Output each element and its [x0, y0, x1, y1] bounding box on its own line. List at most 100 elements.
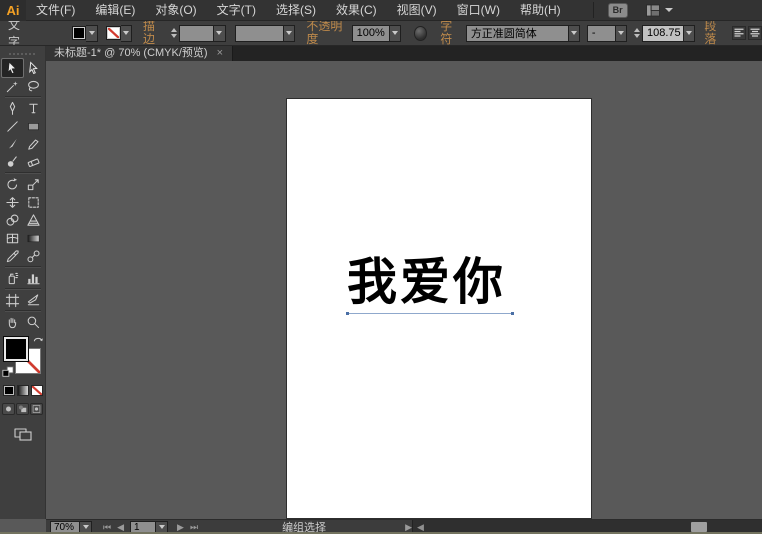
mesh-tool[interactable] — [2, 229, 23, 247]
font-size-field[interactable]: 108.75 — [642, 25, 684, 42]
rectangle-tool[interactable] — [23, 117, 44, 135]
eraser-tool[interactable] — [23, 153, 44, 171]
menu-item-1[interactable]: 文件(F) — [26, 0, 85, 21]
baseline-anchor-right[interactable] — [511, 312, 514, 315]
menu-item-9[interactable]: 帮助(H) — [510, 0, 571, 21]
menu-item-5[interactable]: 选择(S) — [266, 0, 326, 21]
shape-builder-icon — [5, 213, 20, 228]
fill-color-swatch[interactable] — [72, 26, 87, 40]
slice-tool[interactable] — [23, 291, 44, 309]
draw-normal-button[interactable] — [2, 403, 15, 415]
style-circle-icon[interactable] — [414, 26, 427, 41]
pen-tool[interactable] — [2, 99, 23, 117]
hand-tool[interactable] — [2, 313, 23, 331]
document-tab[interactable]: 未标题-1* @ 70% (CMYK/预览) × — [45, 46, 233, 61]
perspective-grid-icon — [26, 213, 41, 228]
width-tool[interactable] — [2, 193, 23, 211]
gradient-tool[interactable] — [23, 229, 44, 247]
stroke-panel-link[interactable]: 描边 — [143, 21, 164, 46]
stroke-weight-dropdown[interactable] — [214, 25, 225, 42]
swap-fill-stroke-icon[interactable] — [33, 334, 44, 348]
opacity-field[interactable]: 100% — [352, 25, 390, 42]
status-flyout-icon[interactable]: ▶ — [405, 522, 412, 533]
lasso-tool[interactable] — [23, 77, 44, 95]
artboard-text[interactable]: 我爱你 — [347, 257, 537, 307]
align-center-icon[interactable] — [748, 26, 762, 40]
menu-item-2[interactable]: 编辑(E) — [85, 0, 145, 21]
gradient-icon — [26, 231, 41, 246]
screen-mode-button[interactable] — [0, 427, 45, 442]
eyedropper-tool[interactable] — [2, 247, 23, 265]
font-family-field[interactable]: 方正准圆简体 — [466, 25, 569, 42]
canvas-pasteboard[interactable]: 我爱你 — [46, 61, 762, 519]
illustrator-window: { "app": { "logo": "Ai", "bridge_button"… — [0, 0, 762, 534]
menu-item-4[interactable]: 文字(T) — [207, 0, 266, 21]
menu-item-3[interactable]: 对象(O) — [145, 0, 206, 21]
font-family-dropdown[interactable] — [569, 25, 580, 42]
line-segment-tool[interactable] — [2, 117, 23, 135]
blend-tool[interactable] — [23, 247, 44, 265]
selection-tool[interactable] — [2, 59, 23, 77]
scroll-left-icon[interactable]: ◀ — [413, 522, 428, 533]
fill-swatch[interactable] — [3, 336, 29, 362]
font-size-dropdown[interactable] — [684, 25, 695, 42]
menu-item-7[interactable]: 视图(V) — [387, 0, 447, 21]
direct-selection-tool[interactable] — [23, 59, 44, 77]
scale-tool[interactable] — [23, 175, 44, 193]
selection-icon — [5, 61, 20, 76]
width-profile-dropdown[interactable] — [284, 25, 295, 42]
draw-behind-button[interactable] — [16, 403, 29, 415]
workspace-switcher-button[interactable] — [644, 4, 673, 17]
align-left-icon[interactable] — [732, 26, 746, 40]
symbol-sprayer-tool[interactable] — [2, 269, 23, 287]
blob-brush-tool[interactable] — [2, 153, 23, 171]
paintbrush-tool[interactable] — [2, 135, 23, 153]
width-profile-field[interactable] — [235, 25, 284, 42]
stroke-weight-field[interactable] — [179, 25, 215, 42]
font-style-field[interactable]: - — [587, 25, 616, 42]
character-panel-link[interactable]: 字符 — [440, 21, 461, 46]
menu-divider — [593, 2, 594, 18]
gradient-button[interactable] — [17, 385, 29, 396]
type-tool[interactable] — [23, 99, 44, 117]
stroke-color-dropdown[interactable] — [121, 25, 132, 42]
text-baseline-path[interactable] — [347, 313, 513, 314]
width-icon — [5, 195, 20, 210]
magic-wand-icon — [5, 79, 20, 94]
workspace-icon — [644, 4, 662, 17]
none-button[interactable] — [31, 385, 43, 396]
font-size-stepper[interactable] — [634, 28, 640, 38]
rotate-icon — [5, 177, 20, 192]
scale-icon — [26, 177, 41, 192]
artboard-tool[interactable] — [2, 291, 23, 309]
menu-item-6[interactable]: 效果(C) — [326, 0, 387, 21]
fill-color-dropdown[interactable] — [86, 25, 97, 42]
zoom-tool[interactable] — [23, 313, 44, 331]
free-transform-tool[interactable] — [23, 193, 44, 211]
shape-builder-tool[interactable] — [2, 211, 23, 229]
draw-inside-button[interactable] — [30, 403, 43, 415]
artboard[interactable]: 我爱你 — [286, 98, 592, 519]
menu-bar: Ai 文件(F)编辑(E)对象(O)文字(T)选择(S)效果(C)视图(V)窗口… — [0, 0, 762, 21]
opacity-panel-link[interactable]: 不透明度 — [306, 21, 347, 46]
baseline-anchor-left[interactable] — [346, 312, 349, 315]
tool-separator — [2, 265, 44, 269]
column-graph-tool[interactable] — [23, 269, 44, 287]
font-style-dropdown[interactable] — [616, 25, 627, 42]
default-fill-stroke-icon[interactable] — [2, 366, 14, 381]
color-button[interactable] — [3, 385, 15, 396]
bridge-button[interactable]: Br — [608, 3, 628, 18]
paragraph-panel-link[interactable]: 段落 — [704, 21, 725, 46]
pencil-tool[interactable] — [23, 135, 44, 153]
rotate-tool[interactable] — [2, 175, 23, 193]
magic-wand-tool[interactable] — [2, 77, 23, 95]
menu-item-8[interactable]: 窗口(W) — [447, 0, 510, 21]
perspective-grid-tool[interactable] — [23, 211, 44, 229]
stroke-color-swatch[interactable] — [106, 26, 121, 40]
panel-grip[interactable] — [9, 53, 37, 55]
slice-icon — [26, 293, 41, 308]
tab-close-icon[interactable]: × — [217, 46, 223, 61]
opacity-dropdown[interactable] — [390, 25, 401, 42]
scrollbar-thumb[interactable] — [691, 522, 707, 532]
stroke-weight-stepper[interactable] — [171, 28, 177, 38]
